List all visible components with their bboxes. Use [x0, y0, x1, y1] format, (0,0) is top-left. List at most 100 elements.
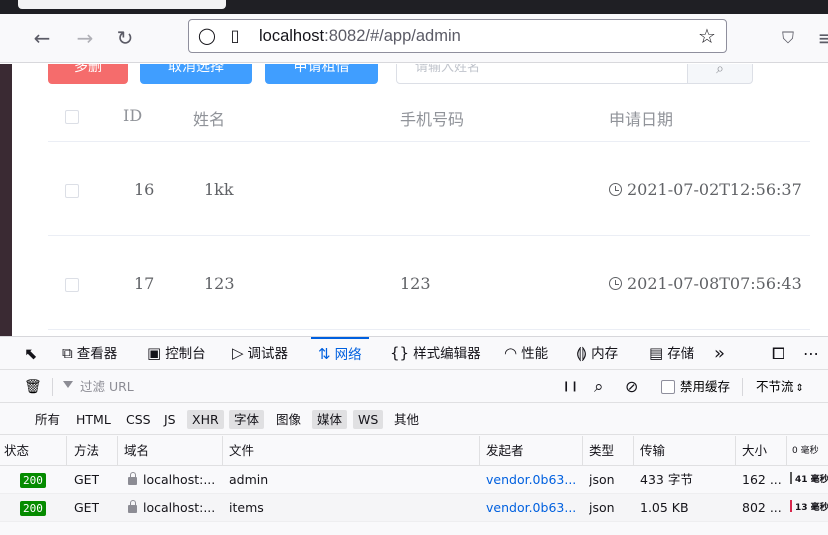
- tab-console[interactable]: ▣ 控制台: [147, 337, 206, 370]
- network-request-row[interactable]: 200 GET localhost:... items vendor.0b63.…: [0, 494, 828, 522]
- url-path: :8082/#/app/admin: [324, 27, 461, 45]
- block-requests-button[interactable]: ⊘: [625, 371, 638, 403]
- request-type-filters: 所有 HTML CSS JS XHR 字体 图像 媒体 WS 其他: [0, 403, 828, 435]
- search-requests-button[interactable]: ⌕: [594, 371, 604, 403]
- apply-rent-button[interactable]: 申请租借: [265, 64, 378, 84]
- col-timeline[interactable]: 0 毫秒: [792, 436, 819, 466]
- column-divider[interactable]: [786, 436, 787, 466]
- request-initiator[interactable]: vendor.0b63...: [486, 494, 576, 522]
- column-divider[interactable]: [735, 436, 736, 466]
- name-search-input[interactable]: 请输入姓名: [396, 64, 688, 84]
- column-divider[interactable]: [66, 436, 67, 466]
- disable-cache-checkbox[interactable]: [661, 380, 675, 394]
- forward-button[interactable]: →: [72, 24, 98, 52]
- kebab-menu-icon: ⋯: [803, 344, 819, 363]
- timing-bar: [790, 472, 792, 484]
- arrow-left-icon: ←: [33, 26, 51, 50]
- col-type[interactable]: 类型: [589, 436, 614, 466]
- app-menu-button[interactable]: ≡: [813, 24, 828, 52]
- url-bar[interactable]: ◯ ▯ localhost:8082/#/app/admin ☆: [188, 19, 727, 53]
- request-initiator[interactable]: vendor.0b63...: [486, 466, 576, 494]
- dock-icon: ⧠: [772, 344, 785, 363]
- url-text[interactable]: localhost:8082/#/app/admin: [259, 27, 461, 46]
- browser-active-tab[interactable]: [18, 0, 226, 9]
- request-type: json: [589, 472, 615, 487]
- tab-debugger[interactable]: ▷ 调试器: [232, 337, 288, 370]
- column-divider[interactable]: [222, 436, 223, 466]
- row-checkbox[interactable]: [65, 184, 79, 198]
- reload-icon: ↻: [116, 26, 134, 50]
- tab-network[interactable]: ⇅ 网络: [311, 337, 369, 370]
- filter-url-input[interactable]: 过滤 URL: [80, 371, 134, 403]
- status-badge: 200: [20, 466, 46, 494]
- column-divider[interactable]: [479, 436, 480, 466]
- table-row[interactable]: 17 123 123 2021-07-08T07:56:43: [48, 236, 810, 330]
- filter-funnel-icon: [63, 381, 73, 388]
- network-table-header: 状态 方法 域名 文件 发起者 类型 传输 大小 0 毫秒: [0, 436, 828, 466]
- element-picker-button[interactable]: ⬉: [24, 337, 37, 370]
- tab-storage[interactable]: ▤ 存储: [649, 337, 694, 370]
- col-file[interactable]: 文件: [229, 436, 254, 466]
- filter-all[interactable]: 所有: [30, 410, 65, 429]
- arrow-right-icon: →: [76, 26, 94, 50]
- devtools-menu-button[interactable]: ⋯: [803, 337, 819, 370]
- table-row[interactable]: 16 1kk 2021-07-02T12:56:37: [48, 142, 810, 236]
- col-domain[interactable]: 域名: [124, 436, 149, 466]
- status-code: 200: [20, 501, 46, 516]
- pocket-icon: ⛉: [781, 28, 794, 47]
- col-status[interactable]: 状态: [4, 436, 29, 466]
- column-divider[interactable]: [582, 436, 583, 466]
- pocket-button[interactable]: ⛉: [775, 24, 801, 52]
- lock-icon: [128, 472, 137, 485]
- toolbar-divider: [52, 378, 53, 396]
- cancel-selection-button[interactable]: 取消选择: [140, 64, 252, 84]
- column-divider[interactable]: [117, 436, 118, 466]
- filter-css[interactable]: CSS: [121, 410, 156, 429]
- col-initiator[interactable]: 发起者: [486, 436, 524, 466]
- request-timing: 13 毫秒: [790, 494, 828, 522]
- filter-media[interactable]: 媒体: [312, 410, 348, 429]
- col-size[interactable]: 大小: [742, 436, 767, 466]
- column-divider[interactable]: [633, 436, 634, 466]
- request-transferred: 1.05 KB: [640, 500, 689, 515]
- select-all-checkbox[interactable]: [65, 110, 79, 124]
- dock-options-button[interactable]: ⧠: [772, 337, 785, 370]
- filter-html[interactable]: HTML: [71, 410, 116, 429]
- row-checkbox[interactable]: [65, 278, 79, 292]
- filter-other[interactable]: 其他: [389, 410, 424, 429]
- throttling-select[interactable]: 不节流 ⇕: [756, 371, 804, 405]
- delete-multiple-button[interactable]: 多删: [48, 64, 128, 84]
- page-info-icon[interactable]: ▯: [225, 25, 245, 47]
- hamburger-menu-icon: ≡: [817, 26, 828, 50]
- filter-fonts[interactable]: 字体: [229, 410, 265, 429]
- filter-images[interactable]: 图像: [271, 410, 306, 429]
- search-icon: ⌕: [716, 64, 724, 77]
- header-id: ID: [123, 106, 143, 125]
- col-method[interactable]: 方法: [74, 436, 99, 466]
- more-tools-button[interactable]: »: [714, 337, 725, 370]
- style-editor-icon: {}: [390, 344, 410, 362]
- tab-label: 样式编辑器: [413, 346, 481, 362]
- chevron-updown-icon: ⇕: [795, 383, 804, 394]
- clear-requests-button[interactable]: 🗑: [24, 371, 42, 403]
- tab-memory[interactable]: ⟬⟭ 内存: [576, 337, 618, 370]
- search-button[interactable]: ⌕: [687, 64, 753, 84]
- request-domain: localhost:...: [128, 494, 220, 522]
- clock-icon: [609, 183, 622, 196]
- back-button[interactable]: ←: [29, 24, 55, 52]
- tab-style-editor[interactable]: {} 样式编辑器: [390, 337, 481, 370]
- bookmark-star-icon[interactable]: ☆: [697, 25, 717, 47]
- pause-button[interactable]: ❙❙: [562, 371, 579, 403]
- reload-button[interactable]: ↻: [112, 24, 138, 52]
- network-request-row[interactable]: 200 GET localhost:... admin vendor.0b63.…: [0, 466, 828, 494]
- pause-icon: ❙❙: [562, 381, 579, 392]
- tab-inspector[interactable]: ⧉ 查看器: [62, 337, 117, 370]
- shield-icon[interactable]: ◯: [197, 25, 217, 47]
- tab-performance[interactable]: ◠ 性能: [504, 337, 548, 370]
- request-time-text: 41 毫秒: [795, 475, 828, 485]
- col-transferred[interactable]: 传输: [640, 436, 665, 466]
- filter-xhr[interactable]: XHR: [187, 410, 224, 429]
- devtools-tab-bar: ⬉ ⧉ 查看器 ▣ 控制台 ▷ 调试器 ⇅ 网络 {} 样式编辑器 ◠ 性能 ⟬⟭ 内存 ▤ 存…: [0, 337, 828, 370]
- filter-js[interactable]: JS: [159, 410, 181, 429]
- filter-ws[interactable]: WS: [353, 410, 384, 429]
